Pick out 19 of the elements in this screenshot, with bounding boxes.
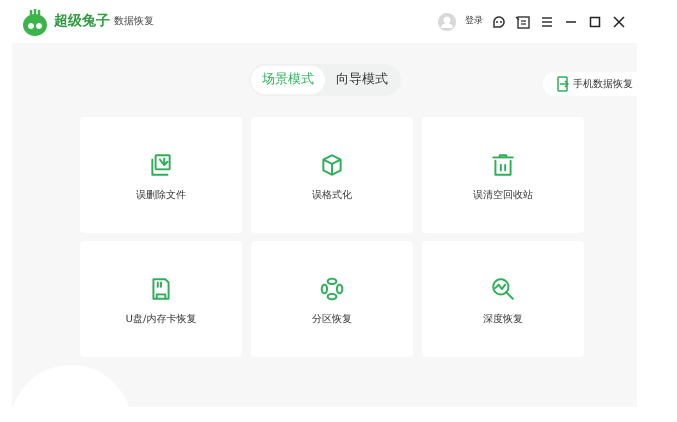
- phone-recovery-button[interactable]: 手机数据恢复: [543, 72, 637, 96]
- scenario-card[interactable]: 深度恢复: [422, 241, 584, 357]
- rabbit-logo-icon: [22, 8, 48, 36]
- scenario-card[interactable]: 分区恢复: [251, 241, 413, 357]
- chat-icon[interactable]: [491, 14, 507, 30]
- scenario-card[interactable]: 误删除文件: [80, 117, 242, 233]
- flower-icon: [319, 276, 345, 302]
- trash-can-icon: [490, 152, 516, 178]
- scenario-card[interactable]: U盘/内存卡恢复: [80, 241, 242, 357]
- message-icon[interactable]: [515, 14, 531, 30]
- magnifier-chart-icon: [490, 276, 516, 302]
- mode-tab[interactable]: 向导模式: [325, 66, 399, 94]
- brand-name: 超级兔子: [54, 12, 110, 31]
- login-link[interactable]: 登录: [465, 14, 483, 28]
- phone-icon: [557, 76, 569, 92]
- close-icon[interactable]: [611, 14, 627, 30]
- scenario-card[interactable]: 误格式化: [251, 117, 413, 233]
- scenario-card[interactable]: 误清空回收站: [422, 117, 584, 233]
- product-name: 数据恢复: [114, 14, 154, 29]
